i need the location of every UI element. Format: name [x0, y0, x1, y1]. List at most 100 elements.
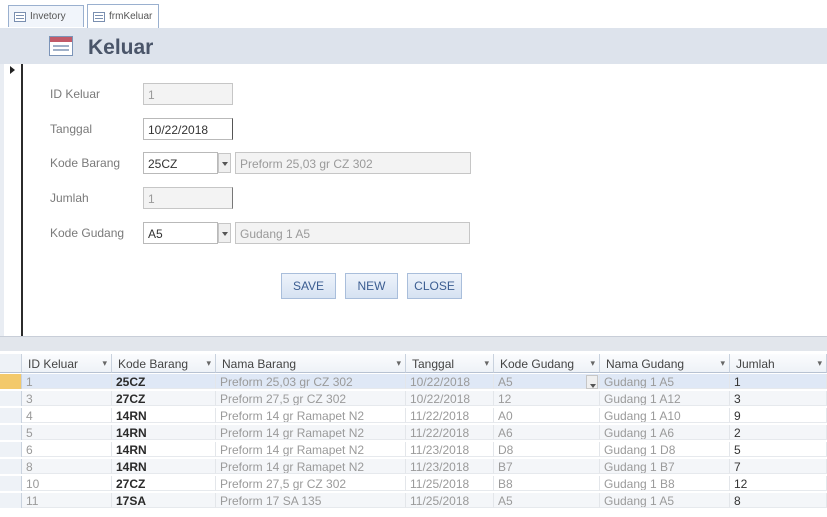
table-cell[interactable]: 4	[22, 408, 112, 423]
sort-filter-icon[interactable]: ▾	[484, 358, 489, 369]
table-cell[interactable]: 14RN	[112, 425, 216, 440]
table-cell[interactable]: 10/22/2018	[406, 374, 494, 389]
table-cell[interactable]: Gudang 1 A6	[600, 425, 730, 440]
table-cell[interactable]: 11	[22, 493, 112, 508]
id-keluar-label: ID Keluar	[50, 87, 101, 101]
table-cell[interactable]: 25CZ	[112, 374, 216, 389]
table-cell[interactable]: Preform 27,5 gr CZ 302	[216, 391, 406, 406]
row-selector[interactable]	[0, 442, 22, 457]
table-cell[interactable]: Preform 14 gr Ramapet N2	[216, 442, 406, 457]
select-all-corner[interactable]	[0, 354, 22, 373]
column-header[interactable]: Tanggal ▾	[406, 354, 494, 373]
row-selector[interactable]	[0, 425, 22, 440]
table-cell[interactable]: Preform 14 gr Ramapet N2	[216, 459, 406, 474]
table-cell[interactable]: Preform 14 gr Ramapet N2	[216, 408, 406, 423]
sort-filter-icon[interactable]: ▾	[590, 358, 595, 369]
table-cell[interactable]: 1	[22, 374, 112, 389]
kode-barang-dropdown-icon[interactable]	[218, 153, 231, 173]
table-cell[interactable]: 2	[730, 425, 827, 440]
table-cell[interactable]: 11/22/2018	[406, 425, 494, 440]
column-header[interactable]: Nama Barang ▾	[216, 354, 406, 373]
table-cell[interactable]: Gudang 1 A5	[600, 493, 730, 508]
column-header-label: Nama Gudang	[606, 357, 685, 371]
table-cell[interactable]: 14RN	[112, 459, 216, 474]
table-cell[interactable]: Preform 27,5 gr CZ 302	[216, 476, 406, 491]
table-cell[interactable]: 10	[22, 476, 112, 491]
table-cell[interactable]: A0	[494, 408, 600, 423]
kode-barang-combo[interactable]: 25CZ	[143, 152, 218, 174]
nama-gudang-field[interactable]: Gudang 1 A5	[235, 222, 470, 244]
table-cell[interactable]: 3	[730, 391, 827, 406]
table-cell[interactable]: Preform 17 SA 135	[216, 493, 406, 508]
tanggal-field[interactable]: 10/22/2018	[143, 118, 233, 140]
table-cell[interactable]: 14RN	[112, 442, 216, 457]
table-cell[interactable]: 11/25/2018	[406, 476, 494, 491]
row-dropdown-icon[interactable]	[586, 375, 598, 389]
kode-gudang-dropdown-icon[interactable]	[218, 223, 231, 243]
nama-barang-field[interactable]: Preform 25,03 gr CZ 302	[235, 152, 471, 174]
table-cell[interactable]: Gudang 1 A10	[600, 408, 730, 423]
row-selector[interactable]	[0, 476, 22, 491]
column-header[interactable]: ID Keluar ▾	[22, 354, 112, 373]
sort-filter-icon[interactable]: ▾	[720, 358, 725, 369]
row-selector[interactable]	[0, 391, 22, 406]
table-cell[interactable]: A5	[494, 493, 600, 508]
table-cell[interactable]: Gudang 1 B8	[600, 476, 730, 491]
table-cell[interactable]: 27CZ	[112, 391, 216, 406]
column-header[interactable]: Jumlah ▾	[730, 354, 827, 373]
close-button[interactable]: CLOSE	[407, 273, 462, 299]
row-selector[interactable]	[0, 493, 22, 508]
table-cell[interactable]: 7	[730, 459, 827, 474]
id-keluar-field[interactable]: 1	[143, 83, 233, 105]
record-selector[interactable]	[7, 64, 23, 336]
table-cell[interactable]: 12	[494, 391, 600, 406]
sort-filter-icon[interactable]: ▾	[206, 358, 211, 369]
split-form-splitter[interactable]	[0, 336, 827, 352]
tab-frmkeluar[interactable]: frmKeluar	[87, 4, 159, 28]
table-cell[interactable]: B7	[494, 459, 600, 474]
table-cell[interactable]: Gudang 1 A5	[600, 374, 730, 389]
column-header-label: Nama Barang	[222, 357, 297, 371]
table-cell[interactable]: 11/22/2018	[406, 408, 494, 423]
page-title: Keluar	[88, 36, 154, 59]
table-cell[interactable]: Gudang 1 B7	[600, 459, 730, 474]
sort-filter-icon[interactable]: ▾	[817, 358, 822, 369]
table-cell[interactable]: 3	[22, 391, 112, 406]
save-button[interactable]: SAVE	[281, 273, 336, 299]
table-cell[interactable]: Preform 14 gr Ramapet N2	[216, 425, 406, 440]
new-button[interactable]: NEW	[345, 273, 398, 299]
table-cell[interactable]: 14RN	[112, 408, 216, 423]
table-cell[interactable]: 5	[22, 425, 112, 440]
sort-filter-icon[interactable]: ▾	[396, 358, 401, 369]
table-cell[interactable]: 11/23/2018	[406, 442, 494, 457]
table-cell[interactable]: 8	[22, 459, 112, 474]
table-cell[interactable]: 12	[730, 476, 827, 491]
jumlah-field[interactable]: 1	[143, 187, 233, 209]
table-cell[interactable]: D8	[494, 442, 600, 457]
table-cell[interactable]: 11/23/2018	[406, 459, 494, 474]
table-cell[interactable]: B8	[494, 476, 600, 491]
table-cell[interactable]: Preform 25,03 gr CZ 302	[216, 374, 406, 389]
table-cell[interactable]: 17SA	[112, 493, 216, 508]
row-selector[interactable]	[0, 408, 22, 423]
table-cell[interactable]: 10/22/2018	[406, 391, 494, 406]
table-cell[interactable]: 11/25/2018	[406, 493, 494, 508]
table-cell[interactable]: Gudang 1 D8	[600, 442, 730, 457]
table-cell[interactable]: A6	[494, 425, 600, 440]
table-cell[interactable]: 9	[730, 408, 827, 423]
column-header[interactable]: Kode Gudang ▾	[494, 354, 600, 373]
table-cell[interactable]: 8	[730, 493, 827, 508]
kode-gudang-combo[interactable]: A5	[143, 222, 218, 244]
column-header[interactable]: Nama Gudang ▾	[600, 354, 730, 373]
tab-inventory[interactable]: Invetory	[8, 5, 84, 27]
column-header[interactable]: Kode Barang ▾	[112, 354, 216, 373]
table-cell[interactable]: 5	[730, 442, 827, 457]
table-cell[interactable]: 27CZ	[112, 476, 216, 491]
table-cell[interactable]: 6	[22, 442, 112, 457]
table-cell[interactable]: 1	[730, 374, 827, 389]
table-cell[interactable]: Gudang 1 A12	[600, 391, 730, 406]
sort-filter-icon[interactable]: ▾	[102, 358, 107, 369]
table-cell[interactable]: A5	[494, 374, 600, 389]
row-selector[interactable]	[0, 459, 22, 474]
row-selector[interactable]	[0, 374, 22, 389]
